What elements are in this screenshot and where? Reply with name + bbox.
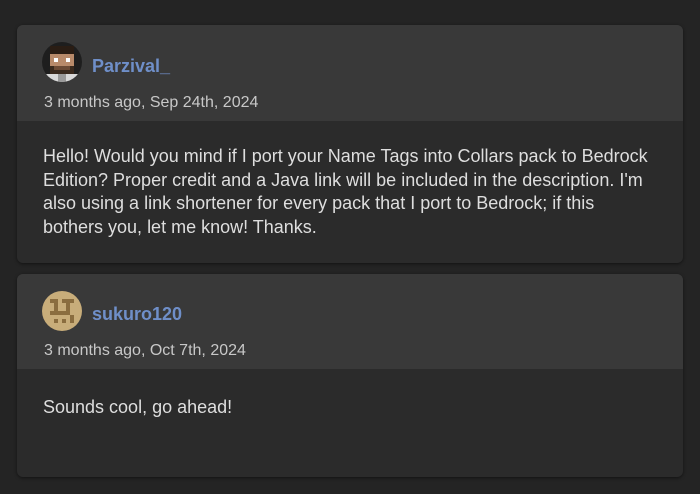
comment-card: sukuro120 3 months ago, Oct 7th, 2024 So…: [17, 274, 683, 477]
comment-header: Parzival_ 3 months ago, Sep 24th, 2024: [17, 25, 683, 121]
author-link[interactable]: Parzival_: [92, 56, 170, 76]
comment-timestamp: 3 months ago, Oct 7th, 2024: [44, 342, 246, 359]
comment-body: Sounds cool, go ahead!: [43, 397, 233, 417]
comment-header: sukuro120 3 months ago, Oct 7th, 2024: [17, 274, 683, 369]
pixel-pattern-avatar-icon[interactable]: [42, 291, 82, 331]
comments-page: Parzival_ 3 months ago, Sep 24th, 2024 H…: [0, 0, 700, 494]
pixel-bearded-man-avatar-icon[interactable]: [42, 42, 82, 82]
comment-card: Parzival_ 3 months ago, Sep 24th, 2024 H…: [17, 25, 683, 263]
comment-body: Hello! Would you mind if I port your Nam…: [43, 146, 648, 237]
comment-timestamp: 3 months ago, Sep 24th, 2024: [44, 94, 259, 111]
author-link[interactable]: sukuro120: [92, 304, 182, 324]
